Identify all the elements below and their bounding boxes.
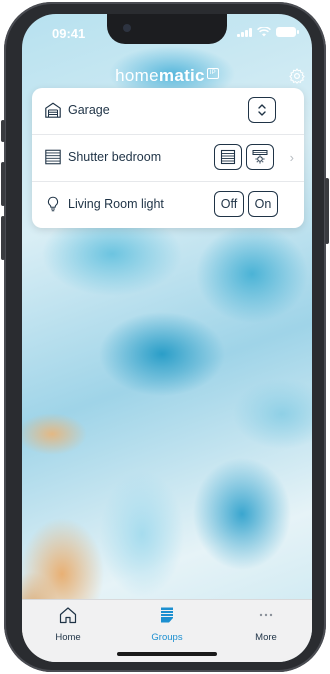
camera: [123, 24, 131, 32]
brand-bold-text: matic: [158, 66, 205, 85]
app-screen: 09:41 homematic IP Garage Shutter bedroo…: [22, 14, 312, 662]
status-icons: [237, 27, 299, 37]
status-time: 09:41: [52, 26, 86, 41]
tab-label: Groups: [151, 632, 183, 643]
device-row-garage[interactable]: Garage: [32, 88, 304, 135]
light-bulb-icon: [47, 196, 59, 212]
shutter-icon: [45, 149, 61, 165]
notch: [107, 14, 227, 44]
shutter-closed-icon: [220, 149, 236, 165]
shutter-close-button[interactable]: [214, 144, 242, 170]
more-dots-icon: [259, 613, 273, 617]
device-list-card: Garage Shutter bedroom › Living Room lig…: [32, 88, 304, 228]
device-label: Living Room light: [68, 197, 164, 211]
brand-light-text: home: [115, 66, 159, 85]
app-header: homematic IP: [22, 66, 312, 90]
tab-label: More: [255, 632, 277, 643]
tab-label: Home: [55, 632, 81, 643]
device-row-living-room-light[interactable]: Living Room light Off On: [32, 182, 304, 228]
home-icon: [59, 607, 77, 624]
groups-shutter-icon: [161, 607, 173, 623]
tab-more[interactable]: More: [226, 606, 306, 643]
device-label: Garage: [68, 103, 110, 117]
device-row-shutter-bedroom[interactable]: Shutter bedroom ›: [32, 135, 304, 182]
tab-groups[interactable]: Groups: [127, 606, 207, 643]
tab-home[interactable]: Home: [28, 606, 108, 643]
light-off-button[interactable]: Off: [214, 191, 244, 217]
brand-logo: homematic IP: [22, 66, 312, 86]
chevron-up-down-icon: [258, 104, 266, 116]
shutter-open-sun-icon: [252, 150, 268, 164]
mute-switch: [1, 120, 5, 142]
cellular-signal-icon: [237, 27, 252, 37]
garage-icon: [45, 102, 61, 118]
bottom-tab-bar: Home Groups More: [22, 599, 312, 662]
light-on-button[interactable]: On: [248, 191, 278, 217]
battery-icon: [276, 27, 299, 37]
wifi-icon: [257, 27, 271, 37]
brand-mark: IP: [206, 68, 219, 80]
home-indicator: [117, 652, 217, 656]
settings-gear-icon[interactable]: [288, 67, 306, 85]
volume-down-button: [1, 216, 5, 260]
garage-toggle-button[interactable]: [248, 97, 276, 123]
shutter-open-button[interactable]: [246, 144, 274, 170]
chevron-right-icon[interactable]: ›: [290, 150, 294, 165]
volume-up-button: [1, 162, 5, 206]
power-button: [325, 178, 329, 244]
device-label: Shutter bedroom: [68, 150, 162, 164]
